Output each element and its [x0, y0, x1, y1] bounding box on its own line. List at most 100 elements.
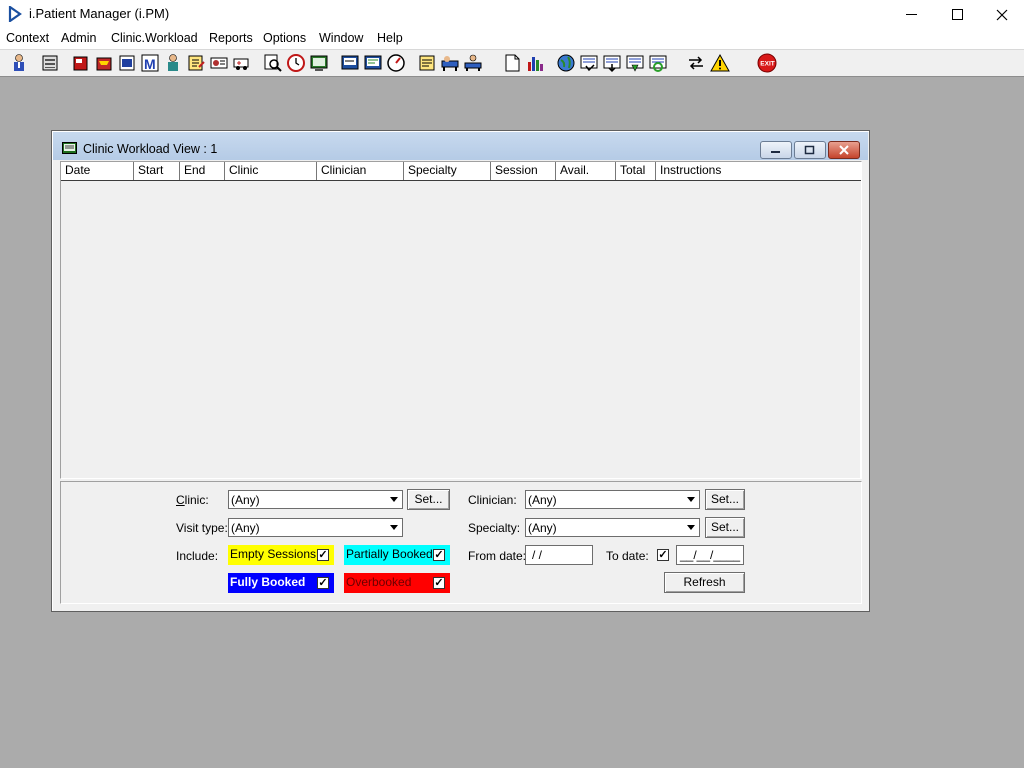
refresh-button[interactable]: Refresh	[664, 572, 745, 593]
admission-icon[interactable]	[463, 53, 483, 73]
close-button[interactable]	[979, 0, 1024, 29]
child-close-button[interactable]	[828, 141, 860, 159]
menu-clinic-workload[interactable]: Clinic.Workload	[111, 31, 198, 45]
timer-icon[interactable]	[386, 53, 406, 73]
printer-icon[interactable]	[40, 53, 60, 73]
swap-icon[interactable]	[686, 53, 706, 73]
column-header-total[interactable]: Total	[616, 162, 656, 180]
maximize-button[interactable]	[934, 0, 980, 29]
to-date-label: To date:	[606, 549, 649, 563]
partially-booked-toggle[interactable]: Partially Booked ✓	[344, 545, 450, 565]
workload-grid[interactable]: Date Start End Clinic Clinician Specialt…	[60, 161, 862, 479]
to-date-value: __/__/____	[680, 548, 741, 562]
list-down-icon[interactable]	[602, 53, 622, 73]
from-date-label: From date:	[468, 549, 527, 563]
menu-help[interactable]: Help	[377, 31, 403, 45]
screen-icon[interactable]	[340, 53, 360, 73]
note-icon[interactable]	[417, 53, 437, 73]
ambulance-icon[interactable]	[232, 53, 252, 73]
globe-icon[interactable]	[556, 53, 576, 73]
column-header-start[interactable]: Start	[134, 162, 180, 180]
minimize-icon	[771, 151, 780, 153]
restore-icon	[804, 145, 815, 155]
specialty-select[interactable]: (Any)	[525, 518, 700, 537]
include-label: Include:	[176, 549, 219, 563]
clock-icon[interactable]	[286, 53, 306, 73]
clinician-select[interactable]: (Any)	[525, 490, 700, 509]
clinic-label: Clinic:	[176, 493, 209, 507]
monitor-icon[interactable]	[309, 53, 329, 73]
column-header-clinician[interactable]: Clinician	[317, 162, 404, 180]
menu-options[interactable]: Options	[263, 31, 306, 45]
bar-chart-icon[interactable]	[525, 53, 545, 73]
chevron-down-icon[interactable]	[387, 520, 401, 535]
clinic-select-value: (Any)	[231, 493, 260, 507]
list-refresh-icon[interactable]	[648, 53, 668, 73]
svg-text:EXIT: EXIT	[760, 61, 774, 68]
overbooked-checkbox[interactable]: ✓	[433, 577, 445, 589]
list-green-icon[interactable]	[625, 53, 645, 73]
search-icon[interactable]	[263, 53, 283, 73]
partially-booked-label: Partially Booked	[346, 547, 433, 561]
transfer-icon[interactable]	[440, 53, 460, 73]
clinic-set-button[interactable]: Set...	[407, 489, 450, 510]
document-icon[interactable]	[502, 53, 522, 73]
partially-booked-checkbox[interactable]: ✓	[433, 549, 445, 561]
app-title-bar: i.Patient Manager (i.PM)	[0, 0, 1024, 29]
visit-type-label: Visit type:	[176, 521, 228, 535]
column-header-date[interactable]: Date	[61, 162, 134, 180]
app-title: i.Patient Manager (i.PM)	[29, 6, 170, 21]
specialty-select-value: (Any)	[528, 521, 557, 535]
fully-booked-checkbox[interactable]: ✓	[317, 577, 329, 589]
empty-sessions-toggle[interactable]: Empty Sessions ✓	[228, 545, 334, 565]
menu-context[interactable]: Context	[6, 31, 49, 45]
m-icon[interactable]: M	[140, 53, 160, 73]
clinician-set-button[interactable]: Set...	[705, 489, 745, 510]
app-logo-icon	[8, 6, 22, 22]
column-header-specialty[interactable]: Specialty	[404, 162, 491, 180]
chevron-down-icon[interactable]	[684, 520, 698, 535]
chevron-down-icon[interactable]	[387, 492, 401, 507]
menu-admin[interactable]: Admin	[61, 31, 96, 45]
specialty-set-button[interactable]: Set...	[705, 517, 745, 538]
column-header-instructions[interactable]: Instructions	[656, 162, 861, 180]
clinic-select[interactable]: (Any)	[228, 490, 403, 509]
child-minimize-button[interactable]	[760, 141, 792, 159]
book-icon[interactable]	[71, 53, 91, 73]
empty-sessions-checkbox[interactable]: ✓	[317, 549, 329, 561]
close-icon	[839, 145, 849, 155]
edit-icon[interactable]	[186, 53, 206, 73]
overbooked-toggle[interactable]: Overbooked ✓	[344, 573, 450, 593]
warning-icon[interactable]	[710, 53, 730, 73]
menu-window[interactable]: Window	[319, 31, 363, 45]
menu-reports[interactable]: Reports	[209, 31, 253, 45]
from-date-field[interactable]: / /	[525, 545, 593, 565]
close-icon	[996, 9, 1008, 20]
doctor-icon[interactable]	[163, 53, 183, 73]
child-window-title: Clinic Workload View : 1	[83, 142, 218, 156]
grid-edge	[860, 250, 862, 478]
filter-panel: Clinic: (Any) Set... Visit type: (Any) I…	[60, 481, 862, 604]
visit-type-select[interactable]: (Any)	[228, 518, 403, 537]
column-header-avail[interactable]: Avail.	[556, 162, 616, 180]
chevron-down-icon[interactable]	[684, 492, 698, 507]
fully-booked-toggle[interactable]: Fully Booked ✓	[228, 573, 334, 593]
child-restore-button[interactable]	[794, 141, 826, 159]
column-header-end[interactable]: End	[180, 162, 225, 180]
exit-icon[interactable]: EXIT	[757, 53, 777, 73]
child-window-title-bar[interactable]: Clinic Workload View : 1	[53, 132, 868, 160]
to-date-field[interactable]: __/__/____	[676, 545, 744, 565]
to-date-checkbox[interactable]: ✓	[657, 549, 669, 561]
column-header-session[interactable]: Session	[491, 162, 556, 180]
patient-icon[interactable]	[9, 53, 29, 73]
clinician-select-value: (Any)	[528, 493, 557, 507]
list-check-icon[interactable]	[579, 53, 599, 73]
referral-icon[interactable]	[209, 53, 229, 73]
clinic-label-rest: linic:	[184, 493, 209, 507]
schedule-icon[interactable]	[363, 53, 383, 73]
column-header-clinic[interactable]: Clinic	[225, 162, 317, 180]
folder-icon[interactable]	[94, 53, 114, 73]
chart-icon[interactable]	[117, 53, 137, 73]
grid-header: Date Start End Clinic Clinician Specialt…	[61, 162, 861, 181]
minimize-button[interactable]	[888, 0, 934, 29]
